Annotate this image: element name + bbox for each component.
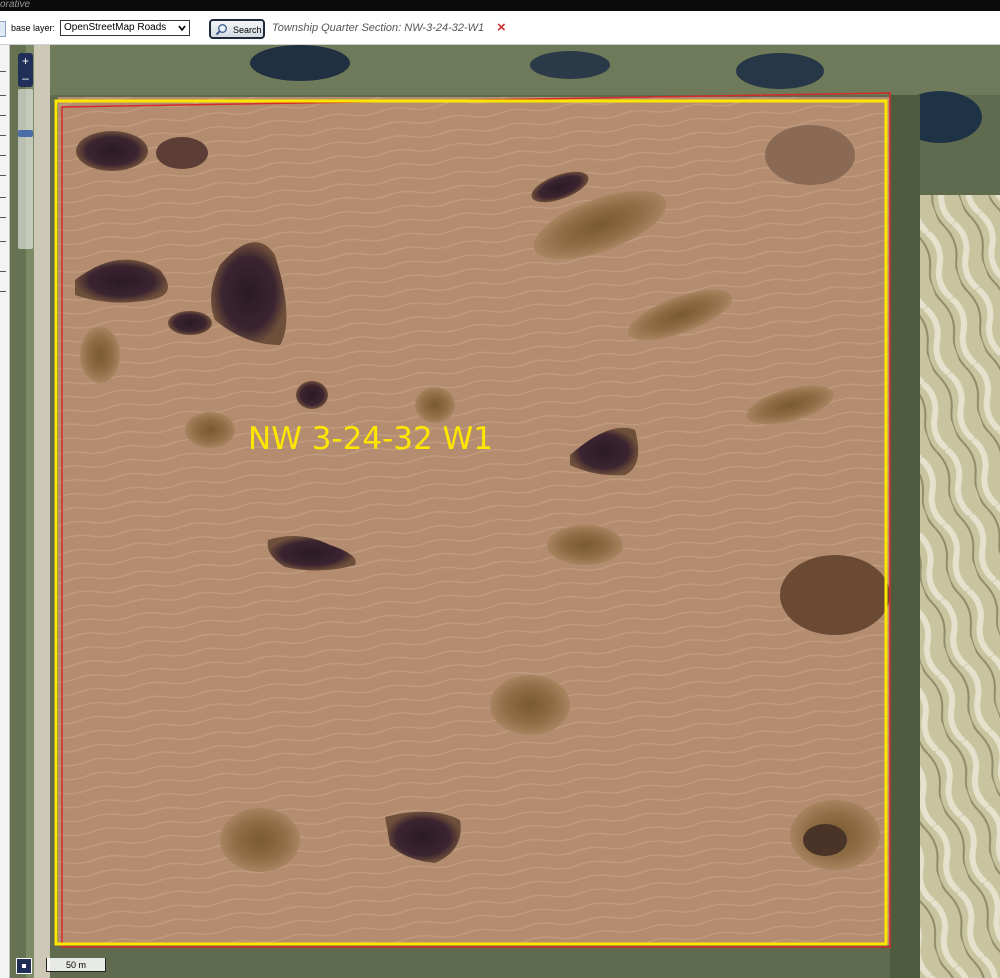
- window-title-strip: orative: [0, 0, 1000, 11]
- panel-toggle-button[interactable]: [0, 21, 6, 37]
- chevron-down-icon: [178, 25, 186, 32]
- zoom-in-button[interactable]: +: [18, 54, 33, 69]
- parcel-label: NW 3-24-32 W1: [248, 421, 493, 457]
- zoom-slider[interactable]: [18, 89, 33, 249]
- window-title: orative: [0, 0, 31, 10]
- base-layer-label: base layer:: [11, 23, 56, 33]
- search-result-text: Township Quarter Section: NW-3-24-32-W1: [272, 22, 485, 34]
- zoom-control: + –: [18, 53, 33, 87]
- aerial-imagery: [10, 45, 1000, 978]
- search-button-label: Search: [233, 25, 262, 35]
- map-viewport[interactable]: + – NW 3-24-32 W1 50 m: [10, 45, 1000, 978]
- base-layer-value: OpenStreetMap Roads: [64, 22, 167, 33]
- zoom-out-button[interactable]: –: [18, 71, 33, 86]
- map-toolbar: base layer: OpenStreetMap Roads Search T…: [0, 11, 1000, 45]
- scale-bar: 50 m: [46, 958, 106, 972]
- close-icon[interactable]: ×: [497, 19, 506, 36]
- magnifier-icon: [215, 24, 227, 36]
- collapsed-side-panel[interactable]: [0, 45, 10, 978]
- scale-toggle-button[interactable]: [16, 958, 32, 974]
- zoom-slider-thumb[interactable]: [18, 130, 33, 137]
- base-layer-select[interactable]: OpenStreetMap Roads: [60, 20, 190, 36]
- search-button[interactable]: Search: [209, 19, 265, 39]
